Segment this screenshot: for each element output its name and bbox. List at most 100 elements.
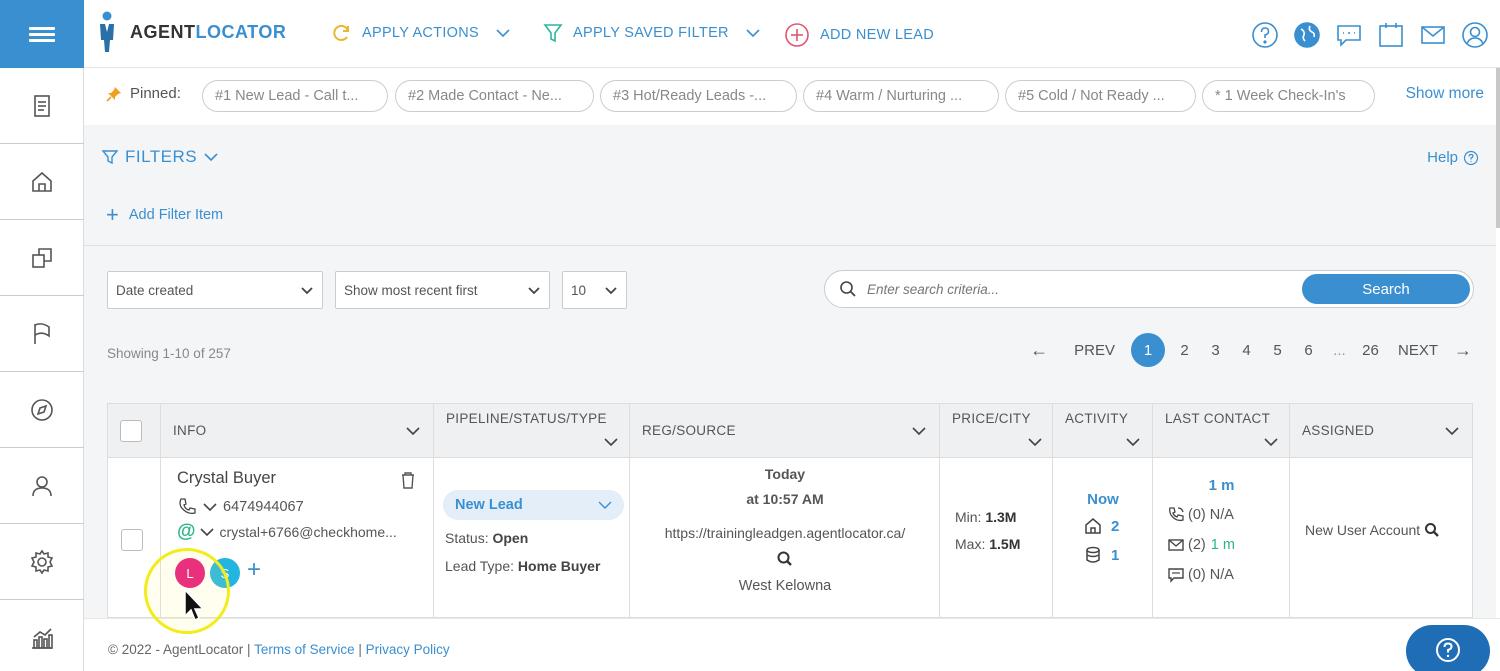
- sidebar-item-explore[interactable]: [0, 372, 84, 448]
- price-city-cell: Min: 1.3M Max: 1.5M: [940, 458, 1053, 619]
- column-assigned[interactable]: ASSIGNED: [1290, 404, 1472, 458]
- menu-toggle-button[interactable]: [0, 0, 84, 68]
- source-url[interactable]: https://trainingleadgen.agentlocator.ca/: [630, 525, 940, 541]
- filters-help-link[interactable]: Help: [1427, 149, 1479, 166]
- next-page-button[interactable]: NEXT: [1398, 342, 1438, 359]
- sidebar-item-reports[interactable]: [0, 600, 84, 671]
- page-2-button[interactable]: 2: [1169, 342, 1200, 359]
- column-last-contact[interactable]: LAST CONTACT: [1153, 404, 1290, 458]
- left-sidebar: [0, 0, 84, 671]
- mail-icon: [1168, 539, 1184, 551]
- filter-icon: [543, 24, 563, 43]
- chart-icon: [32, 628, 53, 649]
- current-page[interactable]: 1: [1130, 333, 1165, 367]
- pinned-chip-2[interactable]: #2 Made Contact - Ne...: [395, 80, 594, 112]
- sidebar-item-flag[interactable]: [0, 296, 84, 372]
- calendar-button[interactable]: [1370, 20, 1412, 50]
- pinned-chip-4[interactable]: #4 Warm / Nurturing ...: [803, 80, 999, 112]
- pipeline-select[interactable]: New Lead: [443, 490, 624, 520]
- filter-icon: [101, 150, 119, 165]
- lead-name[interactable]: Crystal Buyer: [177, 469, 276, 488]
- sidebar-item-contacts[interactable]: [0, 448, 84, 524]
- pipeline-value: New Lead: [455, 497, 523, 513]
- pinned-chip-6[interactable]: * 1 Week Check-In's: [1202, 80, 1375, 112]
- pinned-chip-3[interactable]: #3 Hot/Ready Leads -...: [600, 80, 797, 112]
- add-circle-icon: [785, 23, 809, 47]
- call-log[interactable]: (0) N/A: [1167, 506, 1234, 524]
- column-reg-source[interactable]: REG/SOURCE: [630, 404, 940, 458]
- page-last-button[interactable]: 26: [1355, 342, 1386, 359]
- brand-name-primary: AGENT: [130, 21, 196, 42]
- column-info[interactable]: INFO: [161, 404, 434, 458]
- page-4-button[interactable]: 4: [1231, 342, 1262, 359]
- email-log[interactable]: (2) 1 m: [1167, 536, 1235, 554]
- pinned-chip-1[interactable]: #1 New Lead - Call t...: [202, 80, 388, 112]
- sort-order-select[interactable]: Show most recent first: [335, 271, 550, 309]
- prev-page-button[interactable]: PREV: [1074, 342, 1115, 359]
- page-3-button[interactable]: 3: [1200, 342, 1231, 359]
- column-pipeline[interactable]: PIPELINE/STATUS/TYPE: [434, 404, 630, 458]
- chat-icon: [1337, 25, 1361, 47]
- lead-type-label: Lead Type:: [445, 558, 515, 574]
- select-all-checkbox[interactable]: [120, 420, 142, 442]
- phone-row[interactable]: 6474944067: [177, 497, 304, 517]
- calendar-icon: [1379, 23, 1403, 47]
- page-6-button[interactable]: 6: [1293, 342, 1324, 359]
- main-content: FILTERS Help + Add Filter Item Date crea…: [84, 125, 1496, 619]
- activity-homes[interactable]: 2: [1084, 517, 1119, 535]
- row-checkbox[interactable]: [121, 529, 143, 551]
- user-circle-icon: [1462, 22, 1488, 48]
- add-filter-item-button[interactable]: + Add Filter Item: [106, 204, 223, 226]
- assigned-user[interactable]: New User Account: [1305, 522, 1440, 538]
- privacy-link[interactable]: Privacy Policy: [366, 642, 450, 657]
- sidebar-item-copy[interactable]: [0, 220, 84, 296]
- website-button[interactable]: [1286, 20, 1328, 50]
- sort-field-select[interactable]: Date created: [107, 271, 323, 309]
- apply-saved-filter-menu[interactable]: APPLY SAVED FILTER: [543, 22, 761, 44]
- add-tag-icon[interactable]: +: [247, 556, 261, 584]
- email-button[interactable]: [1412, 20, 1454, 50]
- scrollbar[interactable]: [1496, 68, 1500, 228]
- search-icon[interactable]: [776, 550, 794, 568]
- apply-actions-menu[interactable]: APPLY ACTIONS: [330, 22, 511, 44]
- support-chat-button[interactable]: [1406, 625, 1490, 671]
- column-activity[interactable]: ACTIVITY: [1053, 404, 1153, 458]
- prev-arrow-icon[interactable]: ←: [1030, 340, 1048, 361]
- profile-button[interactable]: [1454, 20, 1496, 50]
- sidebar-item-settings[interactable]: [0, 524, 84, 600]
- table-header: INFO PIPELINE/STATUS/TYPE REG/SOURCE PRI…: [108, 404, 1472, 458]
- page-5-button[interactable]: 5: [1262, 342, 1293, 359]
- activity-now[interactable]: Now: [1053, 491, 1153, 508]
- add-new-lead-button[interactable]: ADD NEW LEAD: [784, 22, 934, 48]
- leads-table: INFO PIPELINE/STATUS/TYPE REG/SOURCE PRI…: [107, 403, 1473, 619]
- next-arrow-icon[interactable]: →: [1454, 340, 1472, 361]
- phone-call-icon: [1169, 507, 1184, 522]
- activity-db[interactable]: 1: [1084, 546, 1119, 564]
- help-button[interactable]: [1244, 20, 1286, 50]
- at-sign-icon: @: [177, 521, 196, 542]
- chevron-down-icon: [203, 503, 217, 512]
- brand-logo[interactable]: AGENTLOCATOR: [96, 10, 286, 54]
- chevron-down-icon: [204, 153, 218, 162]
- lead-type-value: Home Buyer: [517, 558, 601, 574]
- mail-icon: [1421, 26, 1445, 44]
- filters-toggle[interactable]: FILTERS: [101, 147, 225, 167]
- search-icon[interactable]: [1424, 522, 1440, 538]
- sidebar-item-documents[interactable]: [0, 68, 84, 144]
- messages-button[interactable]: [1328, 20, 1370, 50]
- email-row[interactable]: @ crystal+6766@checkhome...: [177, 521, 397, 543]
- show-more-link[interactable]: Show more: [1406, 85, 1484, 103]
- terms-link[interactable]: Terms of Service: [254, 642, 355, 657]
- search-button[interactable]: Search: [1302, 274, 1470, 304]
- column-price-city[interactable]: PRICE/CITY: [940, 404, 1053, 458]
- footer: © 2022 - AgentLocator | Terms of Service…: [84, 618, 1500, 671]
- per-page-select[interactable]: 10: [562, 271, 627, 309]
- pinned-chip-5[interactable]: #5 Cold / Not Ready ...: [1005, 80, 1196, 112]
- sms-log[interactable]: (0) N/A: [1167, 566, 1234, 584]
- search-input[interactable]: [867, 281, 1287, 297]
- trash-icon[interactable]: [400, 471, 416, 489]
- footer-text: © 2022 - AgentLocator | Terms of Service…: [108, 642, 450, 657]
- pin-icon: [106, 86, 121, 102]
- gear-icon: [30, 549, 54, 574]
- sidebar-item-home[interactable]: [0, 144, 84, 220]
